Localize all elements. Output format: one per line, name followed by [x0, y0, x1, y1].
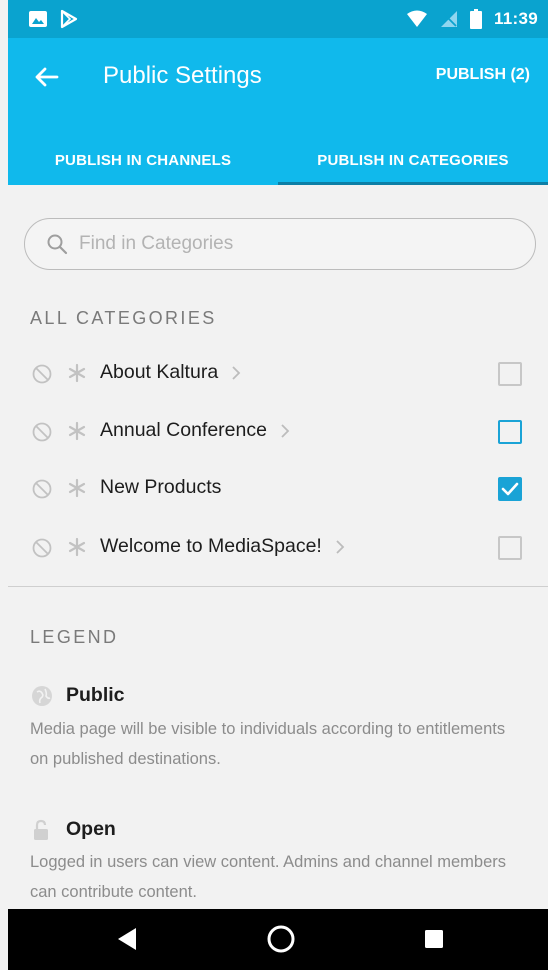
restricted-icon: [32, 422, 52, 442]
globe-icon: [32, 686, 52, 706]
category-label: About Kaltura: [100, 361, 242, 384]
category-row-about-kaltura[interactable]: About Kaltura: [8, 348, 548, 405]
category-label-text: Welcome to MediaSpace!: [100, 535, 322, 557]
no-signal-icon: [440, 11, 457, 27]
category-label-text: About Kaltura: [100, 361, 219, 383]
app-bar: Public Settings PUBLISH (2) PUBLISH IN C…: [8, 38, 548, 185]
category-checkbox[interactable]: [498, 420, 522, 444]
category-label-text: Annual Conference: [100, 419, 267, 441]
image-notification-icon: [29, 11, 47, 27]
clock: 11:39: [493, 9, 538, 28]
asterisk-icon: [68, 478, 86, 498]
asterisk-icon: [68, 421, 86, 441]
restricted-icon: [32, 538, 52, 558]
category-label: Welcome to MediaSpace!: [100, 535, 346, 558]
status-system: 11:39: [406, 9, 538, 29]
play-store-notification-icon: [60, 9, 78, 29]
category-label: Annual Conference: [100, 419, 291, 442]
nav-home-icon[interactable]: [266, 924, 296, 954]
asterisk-icon: [68, 537, 86, 557]
legend-heading: LEGEND: [30, 627, 119, 647]
search-input[interactable]: [79, 227, 519, 261]
publish-button[interactable]: PUBLISH (2): [436, 66, 530, 84]
all-categories-heading: ALL CATEGORIES: [30, 308, 217, 328]
status-notifications: [28, 9, 78, 29]
legend-description-public: Media page will be visible to individual…: [30, 720, 506, 768]
nav-back-icon[interactable]: [116, 926, 138, 952]
lock-open-icon: [34, 819, 48, 840]
legend-description-open: Logged in users can view content. Admins…: [30, 853, 507, 901]
search-icon: [47, 234, 68, 255]
restricted-icon: [32, 479, 52, 499]
search-bar[interactable]: [24, 218, 536, 270]
page-title: Public Settings: [103, 62, 262, 89]
status-bar: 11:39: [8, 0, 548, 38]
category-checkbox[interactable]: [498, 536, 522, 560]
chevron-right-icon[interactable]: [334, 539, 346, 555]
category-checkbox[interactable]: [498, 362, 522, 386]
system-nav-bar: [8, 909, 548, 970]
category-row-welcome-to-mediaspace[interactable]: Welcome to MediaSpace!: [8, 522, 548, 579]
legend-title-public: Public: [66, 684, 125, 706]
tab-publish-in-categories[interactable]: PUBLISH IN CATEGORIES: [278, 136, 548, 185]
battery-icon: [469, 9, 482, 29]
restricted-icon: [32, 364, 52, 384]
chevron-right-icon[interactable]: [279, 423, 291, 439]
checkmark-icon: [501, 482, 519, 496]
legend-title-open: Open: [66, 818, 116, 840]
section-divider: [8, 586, 548, 587]
category-checkbox-checked[interactable]: [498, 477, 522, 501]
selected-tab-indicator: [278, 182, 548, 185]
nav-recents-icon[interactable]: [423, 928, 445, 950]
wifi-icon: [406, 10, 427, 27]
category-label: New Products: [100, 476, 222, 498]
back-arrow-icon[interactable]: [32, 62, 62, 92]
tab-publish-in-channels[interactable]: PUBLISH IN CHANNELS: [8, 136, 278, 185]
chevron-right-icon[interactable]: [230, 365, 242, 381]
category-row-annual-conference[interactable]: Annual Conference: [8, 406, 548, 463]
asterisk-icon: [68, 363, 86, 383]
category-row-new-products[interactable]: New Products: [8, 463, 548, 520]
